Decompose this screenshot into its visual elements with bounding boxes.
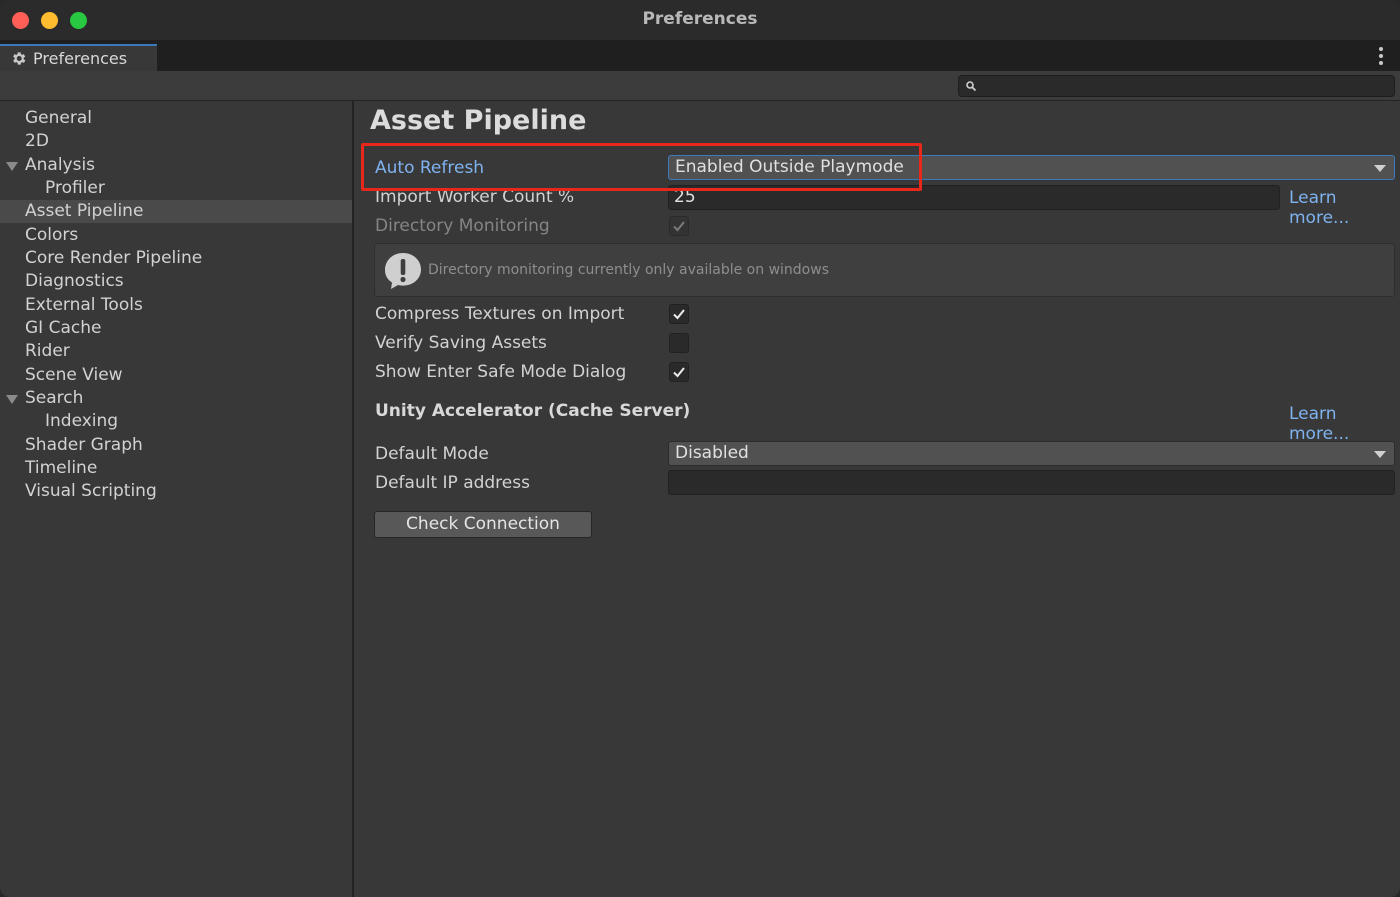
sidebar-item-label: Indexing	[45, 411, 119, 431]
sidebar-item-label: Scene View	[25, 365, 123, 385]
settings-panel: Asset Pipeline Auto Refresh Enabled Outs…	[356, 101, 1400, 897]
exclamation-bubble-icon	[385, 253, 421, 289]
sidebar-item-label: 2D	[25, 131, 49, 151]
sidebar-item-label: Search	[25, 388, 84, 408]
sidebar-item-label: Visual Scripting	[25, 481, 157, 501]
sidebar-item-2d[interactable]: 2D	[0, 130, 352, 153]
sidebar-item-core-render-pipeline[interactable]: Core Render Pipeline	[0, 247, 352, 270]
sidebar-item-label: External Tools	[25, 295, 143, 315]
sidebar-item-general[interactable]: General	[0, 107, 352, 130]
sidebar-item-label: Asset Pipeline	[25, 201, 144, 221]
sidebar-item-label: Rider	[25, 341, 70, 361]
sidebar-item-rider[interactable]: Rider	[0, 340, 352, 363]
verify-saving-checkbox[interactable]	[669, 333, 689, 353]
checkmark-icon	[673, 221, 685, 232]
sidebar-item-label: Core Render Pipeline	[25, 248, 203, 268]
sidebar-item-label: General	[25, 108, 92, 128]
sidebar-item-label: Shader Graph	[25, 435, 143, 455]
preferences-sidebar: General 2D Analysis Profiler Asset Pipel…	[0, 101, 354, 897]
default-mode-label: Default Mode	[375, 444, 489, 464]
sidebar-item-label: GI Cache	[25, 318, 102, 338]
sidebar-item-analysis[interactable]: Analysis	[0, 154, 352, 177]
sidebar-item-gi-cache[interactable]: GI Cache	[0, 317, 352, 340]
sidebar-item-visual-scripting[interactable]: Visual Scripting	[0, 480, 352, 503]
sidebar-item-label: Diagnostics	[25, 271, 124, 291]
check-connection-button[interactable]: Check Connection	[374, 511, 592, 538]
sidebar-item-label: Profiler	[45, 178, 105, 198]
auto-refresh-value: Enabled Outside Playmode	[675, 157, 904, 177]
sidebar-item-shader-graph[interactable]: Shader Graph	[0, 434, 352, 457]
import-worker-value: 25	[674, 187, 696, 207]
chevron-down-icon	[1374, 165, 1386, 172]
default-ip-label: Default IP address	[375, 473, 530, 493]
page-title: Asset Pipeline	[370, 105, 587, 136]
learn-more-link[interactable]: Learn more...	[1289, 404, 1400, 444]
sidebar-item-external-tools[interactable]: External Tools	[0, 294, 352, 317]
window-title: Preferences	[642, 9, 758, 29]
safe-mode-dialog-checkbox[interactable]	[669, 362, 689, 382]
tab-bar: Preferences	[0, 41, 1400, 71]
compress-textures-label: Compress Textures on Import	[375, 304, 625, 324]
sidebar-item-scene-view[interactable]: Scene View	[0, 364, 352, 387]
sidebar-item-label: Analysis	[25, 155, 96, 175]
checkmark-icon	[673, 367, 685, 378]
checkmark-icon	[673, 309, 685, 320]
sidebar-item-asset-pipeline[interactable]: Asset Pipeline	[0, 200, 352, 223]
verify-saving-label: Verify Saving Assets	[375, 333, 547, 353]
learn-more-link[interactable]: Learn more...	[1289, 188, 1400, 228]
auto-refresh-dropdown[interactable]: Enabled Outside Playmode	[668, 155, 1395, 180]
default-ip-field[interactable]	[668, 470, 1395, 495]
tab-label: Preferences	[33, 49, 128, 68]
sidebar-item-timeline[interactable]: Timeline	[0, 457, 352, 480]
toolbar	[0, 71, 1400, 101]
chevron-down-icon	[1374, 451, 1386, 458]
sidebar-item-search[interactable]: Search	[0, 387, 352, 410]
sidebar-item-diagnostics[interactable]: Diagnostics	[0, 270, 352, 293]
import-worker-label: Import Worker Count %	[375, 187, 575, 207]
search-input[interactable]	[958, 75, 1395, 97]
accelerator-section-title: Unity Accelerator (Cache Server)	[375, 401, 691, 421]
search-icon	[966, 81, 977, 92]
gear-icon	[13, 52, 26, 65]
vertical-ellipsis-icon[interactable]	[1378, 47, 1384, 65]
preferences-window: Preferences Preferences General 2D Analy…	[0, 0, 1400, 897]
directory-monitoring-checkbox	[669, 216, 689, 236]
sidebar-item-label: Timeline	[25, 458, 98, 478]
sidebar-item-indexing[interactable]: Indexing	[0, 410, 352, 433]
directory-monitoring-label: Directory Monitoring	[375, 216, 550, 236]
import-worker-field[interactable]: 25	[668, 185, 1280, 210]
sidebar-item-profiler[interactable]: Profiler	[0, 177, 352, 200]
help-box: Directory monitoring currently only avai…	[374, 243, 1395, 297]
compress-textures-checkbox[interactable]	[669, 304, 689, 324]
safe-mode-dialog-label: Show Enter Safe Mode Dialog	[375, 362, 627, 382]
help-message: Directory monitoring currently only avai…	[428, 262, 829, 278]
sidebar-item-label: Colors	[25, 225, 79, 245]
default-mode-dropdown[interactable]: Disabled	[668, 441, 1395, 466]
title-bar[interactable]: Preferences	[0, 0, 1400, 41]
default-mode-value: Disabled	[675, 443, 749, 463]
auto-refresh-label: Auto Refresh	[375, 158, 485, 178]
expand-arrow-icon[interactable]	[6, 162, 18, 171]
tab-preferences[interactable]: Preferences	[0, 44, 157, 71]
expand-arrow-icon[interactable]	[6, 395, 18, 404]
sidebar-item-colors[interactable]: Colors	[0, 224, 352, 247]
